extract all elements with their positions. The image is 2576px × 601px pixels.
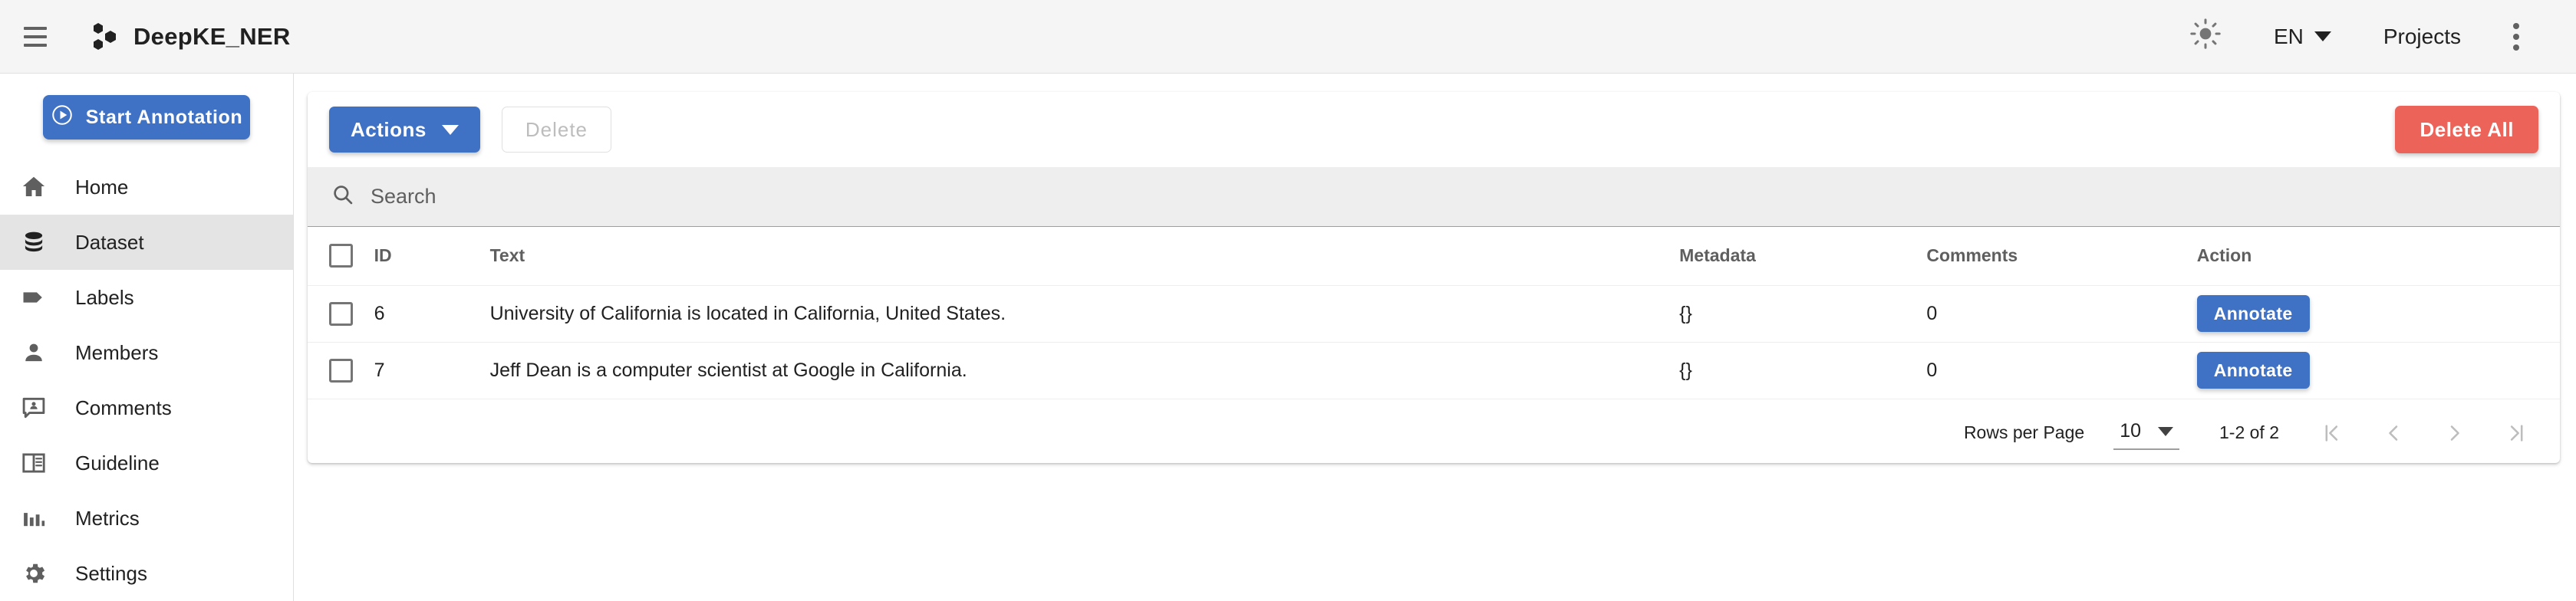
row-checkbox[interactable]	[329, 301, 353, 326]
pagination-buttons	[2314, 415, 2534, 451]
table-header: ID Text Metadata Comments Action	[308, 227, 2560, 286]
app-header: DeepKE_NER EN Projects	[0, 0, 2576, 74]
rows-per-page-label: Rows per Page	[1963, 422, 2085, 442]
first-page-button[interactable]	[2314, 415, 2350, 451]
sidebar-item-comments[interactable]: Comments	[0, 380, 293, 435]
sidebar-nav: Home Dataset Labels Members Comments Gui…	[0, 159, 293, 601]
card-toolbar: Actions Delete Delete All	[308, 92, 2560, 167]
sidebar-item-labels[interactable]: Labels	[0, 270, 293, 325]
annotate-button[interactable]: Annotate	[2196, 352, 2310, 389]
sidebar-item-metrics[interactable]: Metrics	[0, 491, 293, 546]
chevron-down-icon	[2314, 31, 2331, 41]
table-body: 6 University of California is located in…	[308, 285, 2560, 399]
annotate-button[interactable]: Annotate	[2196, 295, 2310, 332]
delete-button[interactable]: Delete	[501, 107, 611, 153]
select-all-header	[308, 227, 374, 286]
home-icon	[17, 173, 51, 201]
cell-comments: 0	[1926, 285, 2197, 343]
header-actions: EN Projects	[2163, 0, 2576, 74]
cell-id: 6	[374, 285, 490, 343]
sun-icon	[2189, 18, 2222, 55]
table-row[interactable]: 6 University of California is located in…	[308, 285, 2560, 343]
person-icon	[17, 339, 51, 366]
sidebar-item-settings[interactable]: Settings	[0, 546, 293, 601]
book-icon	[17, 449, 51, 477]
comment-icon	[17, 394, 51, 422]
delete-all-button[interactable]: Delete All	[2395, 106, 2538, 153]
sidebar-item-label: Metrics	[75, 506, 140, 530]
last-page-button[interactable]	[2499, 415, 2534, 451]
more-menu-button[interactable]	[2487, 0, 2545, 74]
row-select-cell	[308, 342, 374, 399]
chevron-down-icon	[2158, 426, 2173, 436]
start-annotation-button[interactable]: Start Annotation	[43, 95, 250, 140]
theme-toggle-button[interactable]	[2163, 0, 2248, 74]
chevron-down-icon	[441, 124, 459, 135]
dataset-table: ID Text Metadata Comments Action 6 Unive…	[308, 227, 2560, 399]
app-title: DeepKE_NER	[133, 22, 291, 50]
database-icon	[17, 228, 51, 256]
deepke-logo-icon	[89, 21, 121, 53]
dataset-card: Actions Delete Delete All Search ID Text…	[308, 92, 2560, 463]
sidebar: Start Annotation Home Dataset Labels Mem…	[0, 74, 294, 601]
prev-page-button[interactable]	[2376, 415, 2411, 451]
row-checkbox[interactable]	[329, 358, 353, 383]
language-selector[interactable]: EN	[2248, 0, 2357, 74]
cell-action: Annotate	[2196, 285, 2560, 343]
sidebar-item-label: Members	[75, 340, 159, 364]
sidebar-item-label: Home	[75, 175, 129, 199]
sidebar-item-guideline[interactable]: Guideline	[0, 435, 293, 491]
main-content: Actions Delete Delete All Search ID Text…	[294, 74, 2576, 601]
projects-link[interactable]: Projects	[2357, 0, 2487, 74]
language-label: EN	[2273, 24, 2304, 48]
sidebar-item-label: Dataset	[75, 230, 144, 254]
cell-text: University of California is located in C…	[489, 285, 1680, 343]
gear-icon	[17, 560, 51, 587]
sidebar-item-label: Comments	[75, 396, 172, 419]
pagination-range: 1-2 of 2	[2219, 422, 2279, 442]
kebab-menu-icon	[2513, 22, 2519, 51]
column-header-action: Action	[2196, 227, 2560, 286]
table-header-row: ID Text Metadata Comments Action	[308, 227, 2560, 286]
column-header-id[interactable]: ID	[374, 227, 490, 286]
search-input[interactable]: Search	[308, 167, 2560, 227]
rows-per-page-value: 10	[2120, 420, 2141, 442]
cell-text: Jeff Dean is a computer scientist at Goo…	[489, 342, 1680, 399]
actions-button[interactable]: Actions	[329, 107, 480, 153]
hamburger-icon[interactable]	[18, 20, 52, 54]
cell-id: 7	[374, 342, 490, 399]
cell-metadata: {}	[1679, 285, 1927, 343]
column-header-metadata[interactable]: Metadata	[1679, 227, 1927, 286]
search-icon	[331, 182, 355, 211]
pagination: Rows per Page 10 1-2 of 2	[308, 399, 2560, 467]
sidebar-item-label: Settings	[75, 561, 147, 585]
start-annotation-label: Start Annotation	[85, 106, 243, 128]
actions-label: Actions	[351, 117, 427, 141]
rows-per-page-select[interactable]: 10	[2113, 415, 2179, 450]
row-select-cell	[308, 285, 374, 343]
next-page-button[interactable]	[2437, 415, 2472, 451]
sidebar-item-dataset[interactable]: Dataset	[0, 215, 293, 270]
sidebar-item-members[interactable]: Members	[0, 325, 293, 380]
select-all-checkbox[interactable]	[329, 244, 353, 268]
tag-icon	[17, 284, 51, 311]
sidebar-item-label: Guideline	[75, 451, 160, 475]
bar-chart-icon	[17, 504, 51, 532]
search-placeholder: Search	[371, 185, 436, 208]
brand: DeepKE_NER	[89, 21, 291, 53]
sidebar-item-label: Labels	[75, 285, 134, 309]
play-circle-icon	[51, 103, 74, 132]
table-row[interactable]: 7 Jeff Dean is a computer scientist at G…	[308, 342, 2560, 399]
column-header-text[interactable]: Text	[489, 227, 1680, 286]
column-header-comments[interactable]: Comments	[1926, 227, 2197, 286]
cell-comments: 0	[1926, 342, 2197, 399]
cell-metadata: {}	[1679, 342, 1927, 399]
cell-action: Annotate	[2196, 342, 2560, 399]
sidebar-item-home[interactable]: Home	[0, 159, 293, 215]
